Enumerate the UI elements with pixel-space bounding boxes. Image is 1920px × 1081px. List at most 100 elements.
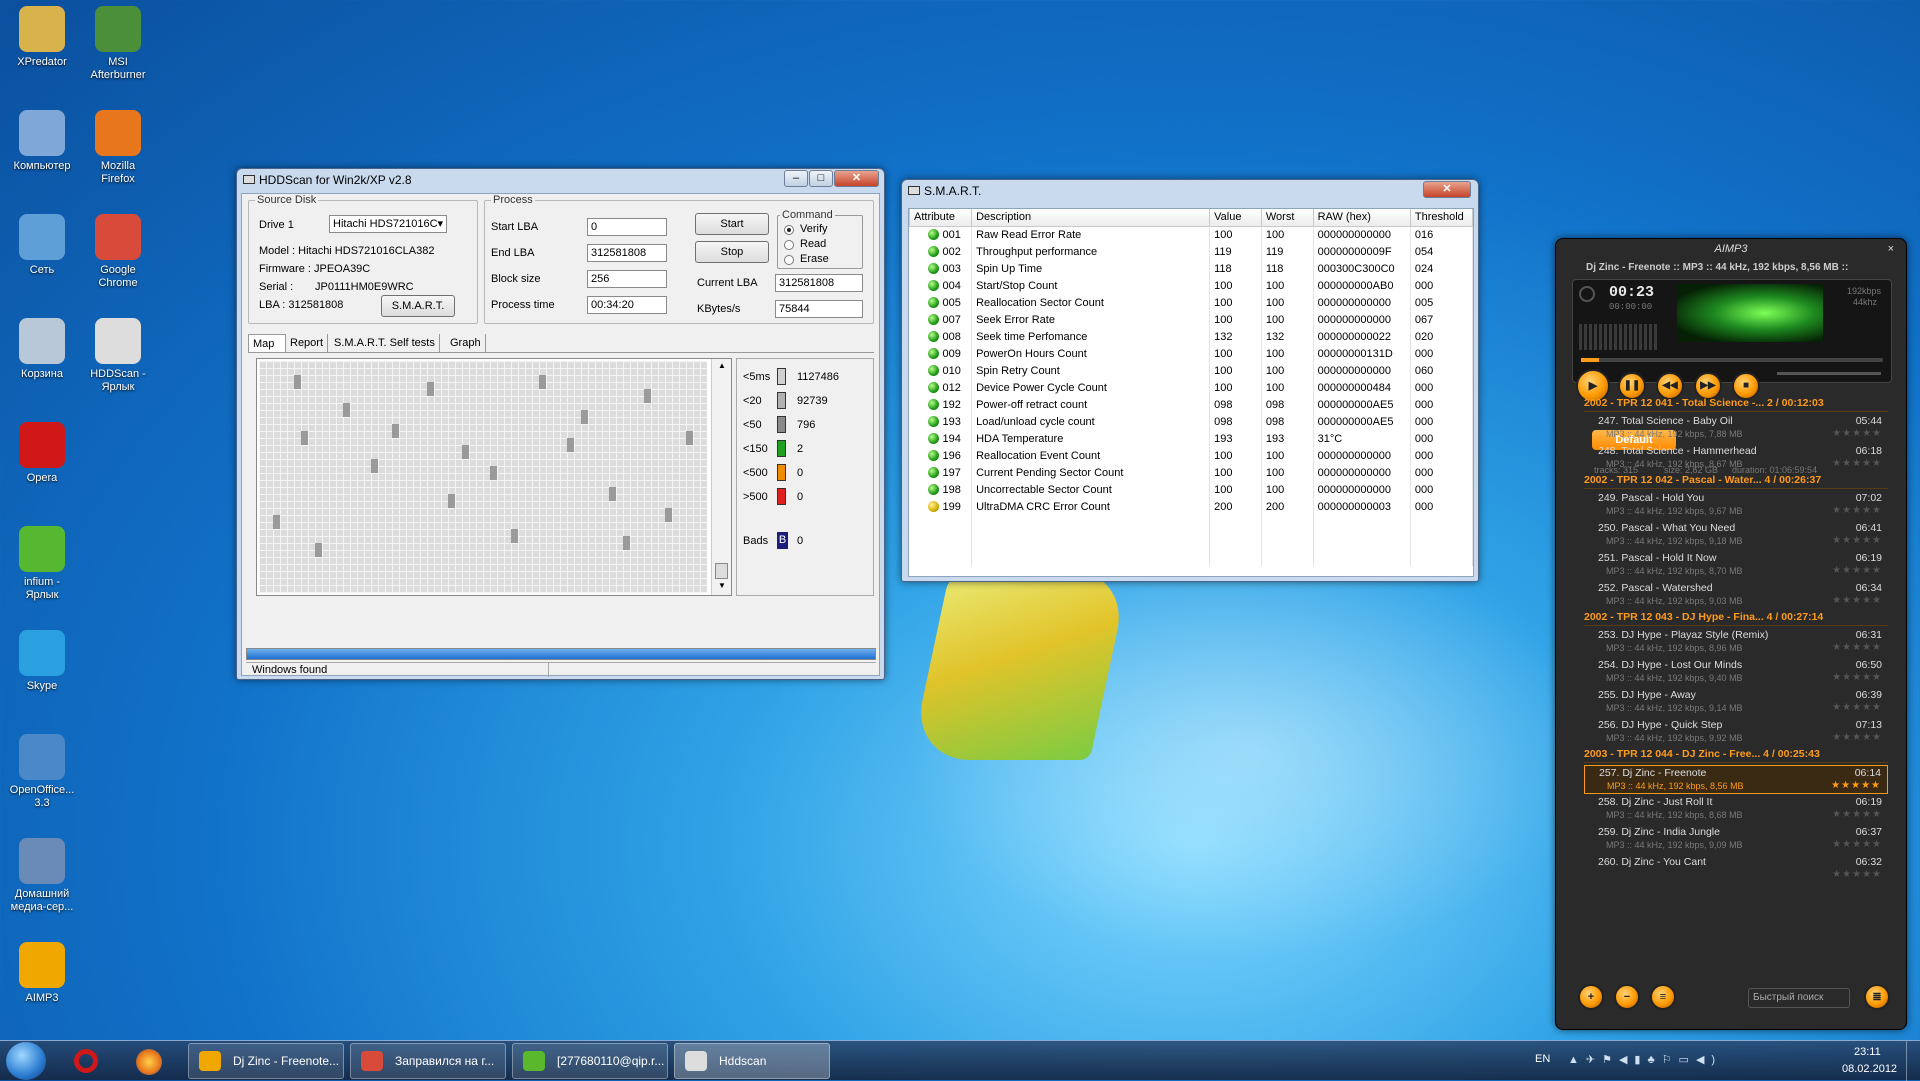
- menu-button[interactable]: ≡: [1650, 984, 1676, 1010]
- taskbar-chrome[interactable]: Заправился на г...: [350, 1043, 506, 1079]
- list-item[interactable]: 250. Pascal - What You Need 06:41 MP3 :: 4…: [1584, 521, 1888, 550]
- list-item[interactable]: 257. Dj Zinc - Freenote 06:14 MP3 :: 44 kH…: [1584, 765, 1888, 794]
- rating-stars-icon[interactable]: ★★★★★: [1832, 672, 1882, 683]
- erase-radio[interactable]: [784, 255, 794, 265]
- rating-stars-icon[interactable]: ★★★★★: [1832, 595, 1882, 606]
- language-indicator[interactable]: EN: [1535, 1053, 1550, 1065]
- table-row[interactable]: 003 Spin Up Time 118 118 000300C300C0 024: [909, 260, 1473, 277]
- stop-button[interactable]: Stop: [695, 241, 769, 263]
- desktop-icon[interactable]: Домашний медиа-сер...: [0, 838, 84, 914]
- tab-smart-self-tests[interactable]: S.M.A.R.T. Self tests: [330, 334, 440, 352]
- smart-button[interactable]: S.M.A.R.T.: [381, 295, 455, 317]
- desktop-icon[interactable]: Корзина: [0, 318, 84, 381]
- taskbar-hddscan[interactable]: Hddscan: [674, 1043, 830, 1079]
- list-item[interactable]: 249. Pascal - Hold You 07:02 MP3 :: 44 kHz…: [1584, 491, 1888, 520]
- desktop-icon[interactable]: Skype: [0, 630, 84, 693]
- read-radio[interactable]: [784, 240, 794, 250]
- rating-stars-icon[interactable]: ★★★★★: [1832, 565, 1882, 576]
- column-header[interactable]: Value: [1209, 209, 1262, 227]
- desktop-icon[interactable]: Mozilla Firefox: [76, 110, 160, 186]
- table-row[interactable]: 004 Start/Stop Count 100 100 000000000AB0 000: [909, 277, 1473, 294]
- tab-map[interactable]: Map: [248, 334, 286, 352]
- scroll-thumb[interactable]: [715, 563, 728, 579]
- desktop-icon[interactable]: Сеть: [0, 214, 84, 277]
- list-item[interactable]: 251. Pascal - Hold It Now 06:19 MP3 :: 44 …: [1584, 551, 1888, 580]
- rating-stars-icon[interactable]: ★★★★★: [1832, 642, 1882, 653]
- desktop-icon[interactable]: OpenOffice... 3.3: [0, 734, 84, 810]
- maximize-button[interactable]: □: [809, 170, 833, 187]
- list-item[interactable]: 259. Dj Zinc - India Jungle 06:37 MP3 :: 4…: [1584, 825, 1888, 854]
- list-item[interactable]: 252. Pascal - Watershed 06:34 MP3 :: 44 kH…: [1584, 581, 1888, 610]
- quick-search-field[interactable]: Быстрый поиск: [1748, 988, 1850, 1008]
- table-row[interactable]: 001 Raw Read Error Rate 100 100 000000000000…: [909, 226, 1473, 243]
- list-item[interactable]: 253. DJ Hype - Playaz Style (Remix) 06:31…: [1584, 628, 1888, 657]
- column-header[interactable]: Threshold: [1409, 209, 1473, 227]
- verify-radio[interactable]: [784, 225, 794, 235]
- list-item[interactable]: 256. DJ Hype - Quick Step 07:13 MP3 :: 44 …: [1584, 718, 1888, 747]
- table-row[interactable]: 198 Uncorrectable Sector Count 100 100 00000…: [909, 481, 1473, 498]
- desktop-icon[interactable]: AIMP3: [0, 942, 84, 1005]
- table-row[interactable]: 196 Reallocation Event Count 100 100 0000000…: [909, 447, 1473, 464]
- column-header[interactable]: Worst: [1260, 209, 1314, 227]
- firefox-pinned-icon[interactable]: [136, 1049, 162, 1075]
- rating-stars-icon[interactable]: ★★★★★: [1832, 732, 1882, 743]
- scroll-up-icon[interactable]: ▲: [718, 361, 726, 370]
- table-row[interactable]: 008 Seek time Perfomance 132 132 00000000002…: [909, 328, 1473, 345]
- table-row[interactable]: 002 Throughput performance 119 119 000000000…: [909, 243, 1473, 260]
- playlist-group-header[interactable]: 2002 - TPR 12 041 - Total Science -... 2…: [1584, 397, 1888, 412]
- column-header[interactable]: RAW (hex): [1312, 209, 1411, 227]
- smart-titlebar[interactable]: S.M.A.R.T. ✕: [902, 180, 1478, 202]
- save-playlist-button[interactable]: ≣: [1864, 984, 1890, 1010]
- table-row[interactable]: 005 Reallocation Sector Count 100 100 000000…: [909, 294, 1473, 311]
- rating-stars-icon[interactable]: ★★★★★: [1832, 505, 1882, 516]
- block-size-field[interactable]: 256: [587, 270, 667, 288]
- rating-stars-icon[interactable]: ★★★★★: [1832, 428, 1882, 439]
- column-header[interactable]: Description: [971, 209, 1211, 227]
- rating-stars-icon[interactable]: ★★★★★: [1832, 839, 1882, 850]
- start-lba-field[interactable]: 0: [587, 218, 667, 236]
- list-item[interactable]: 254. DJ Hype - Lost Our Minds 06:50 MP3 ::…: [1584, 658, 1888, 687]
- end-lba-field[interactable]: 312581808: [587, 244, 667, 262]
- playlist-group-header[interactable]: 2003 - TPR 12 044 - DJ Zinc - Free... 4 …: [1584, 748, 1888, 763]
- table-row[interactable]: 012 Device Power Cycle Count 100 100 0000000…: [909, 379, 1473, 396]
- start-button[interactable]: Start: [695, 213, 769, 235]
- table-row[interactable]: 007 Seek Error Rate 100 100 000000000000 067: [909, 311, 1473, 328]
- desktop-icon[interactable]: Компьютер: [0, 110, 84, 173]
- smart-close-button[interactable]: ✕: [1423, 181, 1471, 198]
- column-header[interactable]: Attribute: [909, 209, 973, 227]
- start-button[interactable]: [6, 1042, 46, 1080]
- playlist-group-header[interactable]: 2002 - TPR 12 043 - DJ Hype - Fina... 4 …: [1584, 611, 1888, 626]
- playlist-group-header[interactable]: 2002 - TPR 12 042 - Pascal - Water... 4 …: [1584, 474, 1888, 489]
- table-row[interactable]: 197 Current Pending Sector Count 100 100 000…: [909, 464, 1473, 481]
- list-item[interactable]: 260. Dj Zinc - You Cant 06:32 ★★★★★: [1584, 855, 1888, 884]
- desktop-icon[interactable]: infium - Ярлык: [0, 526, 84, 602]
- table-row[interactable]: 192 Power-off retract count 098 098 00000000…: [909, 396, 1473, 413]
- list-item[interactable]: 247. Total Science - Baby Oil 05:44 MP3 ::…: [1584, 414, 1888, 443]
- hddscan-titlebar[interactable]: HDDScan for Win2k/XP v2.8 – □ ✕: [237, 169, 884, 191]
- rating-stars-icon[interactable]: ★★★★★: [1832, 809, 1882, 820]
- taskbar-aimp[interactable]: Dj Zinc - Freenote...: [188, 1043, 344, 1079]
- drive-select[interactable]: Hitachi HDS721016C ▾: [329, 215, 447, 233]
- table-row[interactable]: 194 HDA Temperature 193 193 31°C 000: [909, 430, 1473, 447]
- taskbar-qip[interactable]: [277680110@qip.r...: [512, 1043, 668, 1079]
- rating-stars-icon[interactable]: ★★★★★: [1832, 458, 1882, 469]
- table-row[interactable]: 010 Spin Retry Count 100 100 000000000000 060: [909, 362, 1473, 379]
- map-scrollbar[interactable]: ▲ ▼: [711, 359, 731, 595]
- minimize-button[interactable]: –: [784, 170, 808, 187]
- clock-time[interactable]: 23:11: [1854, 1046, 1881, 1058]
- list-item[interactable]: 248. Total Science - Hammerhead 06:18 MP3 …: [1584, 444, 1888, 473]
- close-button[interactable]: ✕: [834, 170, 879, 187]
- opera-pinned-icon[interactable]: [74, 1049, 98, 1073]
- rating-stars-icon[interactable]: ★★★★★: [1831, 780, 1881, 791]
- tray-icons[interactable]: ▲✈⚑◀▮♣⚐▭◀): [1568, 1053, 1722, 1066]
- list-item[interactable]: 255. DJ Hype - Away 06:39 MP3 :: 44 kHz, 1…: [1584, 688, 1888, 717]
- scroll-down-icon[interactable]: ▼: [718, 581, 726, 590]
- table-row[interactable]: 193 Load/unload cycle count 098 098 00000000…: [909, 413, 1473, 430]
- desktop-icon[interactable]: Opera: [0, 422, 84, 485]
- clock-date[interactable]: 08.02.2012: [1842, 1063, 1897, 1075]
- remove-button[interactable]: −: [1614, 984, 1640, 1010]
- add-button[interactable]: +: [1578, 984, 1604, 1010]
- list-item[interactable]: 258. Dj Zinc - Just Roll It 06:19 MP3 :: 4…: [1584, 795, 1888, 824]
- desktop-icon[interactable]: MSI Afterburner: [76, 6, 160, 82]
- rating-stars-icon[interactable]: ★★★★★: [1832, 869, 1882, 880]
